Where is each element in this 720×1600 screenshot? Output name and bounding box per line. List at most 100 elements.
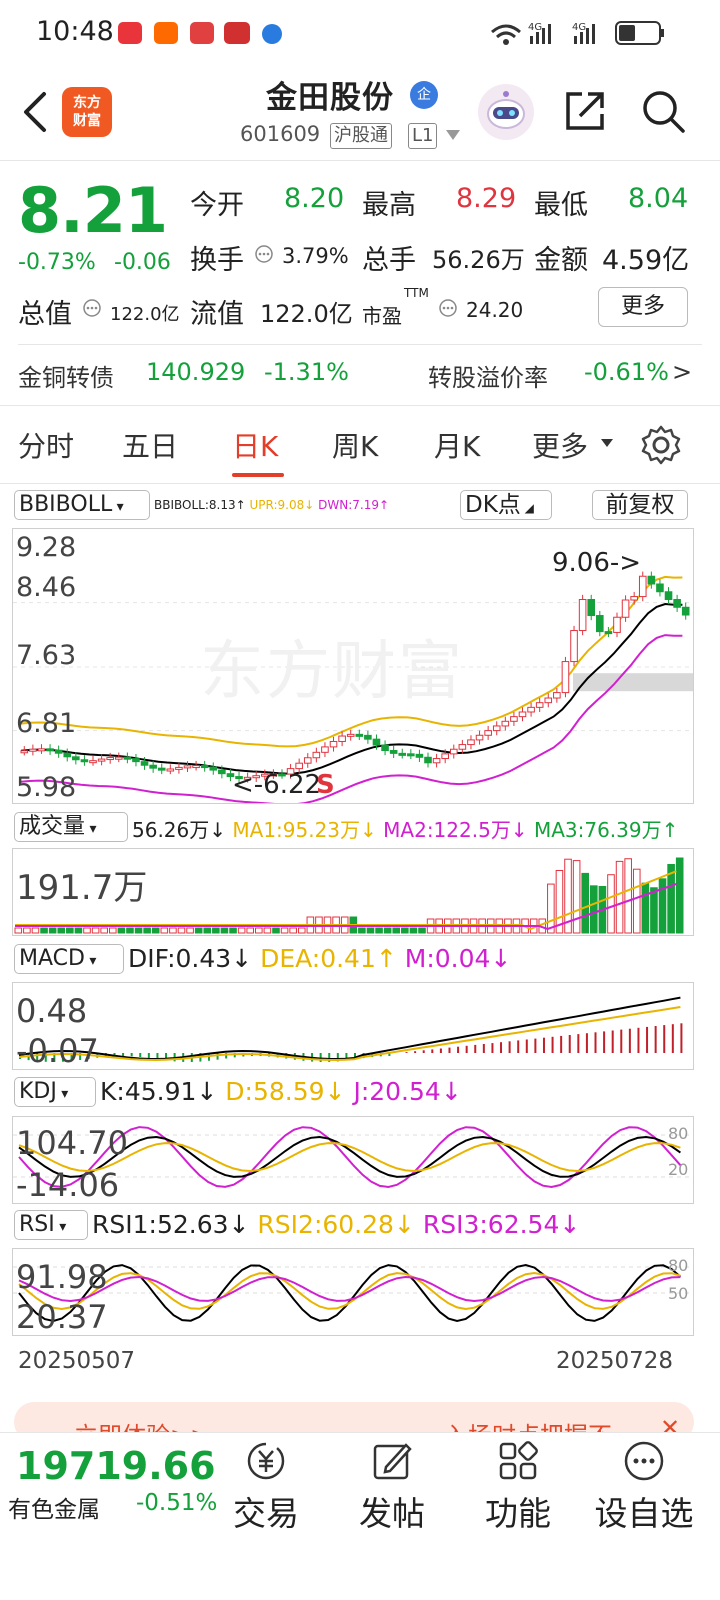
trade-icon [247, 1442, 285, 1480]
robot-assistant-icon[interactable] [476, 82, 536, 142]
volume-bar [91, 927, 100, 934]
nav-trade[interactable]: 交易 [206, 1435, 326, 1545]
volume-bar [263, 927, 272, 934]
candle-body [596, 615, 604, 633]
volume-bar [650, 887, 658, 934]
macd-histogram-bar [491, 1043, 494, 1053]
macd-histogram-bar [517, 1040, 520, 1053]
settings-gear-icon[interactable] [640, 424, 682, 466]
more-button[interactable]: 更多 [598, 287, 688, 327]
rsi-indicator-select[interactable]: RSI ▾ [14, 1210, 88, 1240]
hk-connect-tag: 沪股通 [330, 123, 392, 149]
macd-histogram-bar [603, 1031, 606, 1053]
tab-five-day[interactable]: 五日 [122, 425, 178, 465]
volume-bar [169, 927, 177, 934]
tab-monthly-k[interactable]: 月K [434, 425, 480, 465]
candle-body [673, 599, 681, 608]
svg-text:4G: 4G [528, 22, 542, 33]
nav-functions[interactable]: 功能 [458, 1435, 578, 1545]
volume-indicator-select[interactable]: 成交量 ▾ [14, 812, 128, 842]
macd-histogram-bar [663, 1025, 666, 1053]
candle-body [449, 748, 458, 755]
nav-watchlist-label: 设自选 [594, 1494, 694, 1533]
candle-body [424, 756, 432, 764]
volume-bar [83, 927, 91, 934]
candle-body [37, 748, 46, 752]
main-indicator-select[interactable]: BBIBOLL ▾ [14, 490, 150, 520]
adjust-select[interactable]: 前复权 [592, 490, 688, 520]
macd-histogram-bar [508, 1041, 511, 1053]
tab-daily-k[interactable]: 日K [232, 425, 278, 465]
kdj-y-bottom: -14.06 [16, 1166, 120, 1204]
bond-name[interactable]: 金铜转债 [18, 358, 114, 393]
index-value[interactable]: 19719.66 [16, 1444, 216, 1488]
candle-body [415, 753, 424, 758]
tab-weekly-k[interactable]: 周K [332, 425, 378, 465]
candle-body [553, 692, 561, 699]
macd-histogram-bar [448, 1047, 451, 1053]
share-icon[interactable] [562, 88, 608, 134]
candle-body [97, 758, 106, 762]
macd-histogram-bar [216, 1053, 219, 1060]
candle-body [518, 711, 527, 718]
volume-values: 56.26万↓ MA1:95.23万↓ MA2:122.5万↓ MA3:76.3… [132, 818, 679, 842]
book-icon [190, 22, 214, 44]
volume-bar [572, 860, 581, 934]
volume-bar [280, 927, 289, 934]
candle-body [681, 606, 690, 616]
status-bar: 10:48 4G 4G [0, 0, 720, 70]
index-name[interactable]: 有色金属 [8, 1490, 100, 1524]
info-icon[interactable] [254, 244, 274, 264]
back-arrow-icon[interactable] [16, 88, 56, 136]
candle-body [664, 591, 673, 601]
volume-bar [246, 927, 255, 934]
candle-body [389, 750, 398, 754]
candle-body [587, 599, 596, 617]
macd-histogram-bar [637, 1027, 640, 1053]
watermark: 东方财富 [200, 635, 464, 709]
tab-intraday[interactable]: 分时 [18, 425, 74, 465]
kdj-indicator-select[interactable]: KDJ ▾ [14, 1077, 96, 1107]
search-icon[interactable] [640, 88, 686, 134]
macd-histogram-bar [500, 1042, 503, 1053]
kdj-ref-low: 20 [668, 1160, 689, 1179]
volume-bar [151, 927, 160, 934]
low-value: 8.04 [628, 183, 689, 214]
tab-more[interactable]: 更多 [532, 425, 588, 465]
volume-value: 56.26万 [432, 246, 525, 274]
candle-body [80, 759, 89, 763]
macd-histogram-bar [422, 1050, 425, 1053]
nav-post[interactable]: 发帖 [332, 1435, 452, 1545]
macd-histogram-bar [568, 1035, 571, 1053]
kdj-ref-high: 80 [668, 1124, 689, 1143]
candle-body [561, 661, 570, 694]
rsi-chart[interactable] [12, 1248, 694, 1336]
candle-body [604, 631, 613, 635]
nav-watchlist[interactable]: 设自选 [584, 1435, 704, 1545]
volume-bar [100, 927, 108, 934]
open-value: 8.20 [284, 183, 345, 214]
macd-histogram-bar [585, 1033, 588, 1053]
volume-bar [40, 927, 48, 934]
candle-body [638, 575, 647, 598]
volume-bar [375, 927, 383, 934]
mktcap-label: 总值 [18, 299, 72, 330]
active-tab-indicator [232, 473, 284, 477]
volume-bar [383, 927, 392, 934]
info-icon[interactable] [82, 298, 102, 318]
macd-indicator-select[interactable]: MACD ▾ [14, 944, 124, 974]
info-icon[interactable] [438, 298, 458, 318]
svg-text:4G: 4G [572, 22, 586, 33]
tabs-divider [0, 483, 720, 484]
date-start: 20250507 [18, 1348, 136, 1374]
volume-bar [229, 927, 237, 934]
macd-chart[interactable] [12, 982, 694, 1070]
app-icon [118, 22, 142, 44]
bond-pct: -1.31% [264, 358, 349, 386]
volume-bar [66, 927, 74, 934]
change-percent: -0.73% [18, 250, 96, 275]
dk-point-select[interactable]: DK点 ◢ [460, 490, 552, 520]
bond-chevron-icon[interactable]: > [672, 358, 692, 386]
dropdown-triangle-icon[interactable] [444, 128, 462, 142]
candle-body [630, 596, 638, 601]
